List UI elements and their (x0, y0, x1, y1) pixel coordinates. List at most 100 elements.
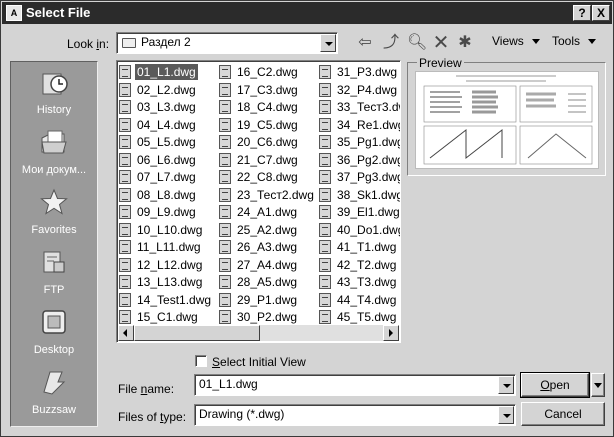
open-button[interactable]: Open (520, 372, 590, 398)
dwg-file-icon (319, 187, 331, 202)
file-name: 39_El1.dwg (337, 205, 400, 219)
file-name: 36_Pg2.dwg (337, 152, 401, 167)
create-folder-icon[interactable]: ✱ (455, 33, 475, 53)
dwg-file-icon (319, 117, 331, 132)
cancel-button[interactable]: Cancel (521, 402, 605, 426)
dwg-file-icon (219, 187, 231, 202)
search-web-icon[interactable]: 🔍︎ (407, 33, 427, 53)
file-name: 28_A5.dwg (237, 275, 298, 289)
history-icon (42, 73, 68, 95)
file-name: 25_A2.dwg (237, 222, 298, 237)
select-file-dialog: A Select File ? X Look in: Раздел 2 ⇦ ⤴ … (0, 0, 614, 437)
file-name: 31_P3.dwg (337, 65, 398, 79)
file-name: 40_Do1.dwg (337, 222, 401, 237)
file-name: 32_P4.dwg (337, 82, 398, 97)
place-label: Favorites (31, 224, 77, 236)
dwg-file-icon (219, 292, 231, 307)
file-name: 16_C2.dwg (237, 65, 298, 79)
back-icon[interactable]: ⇦ (355, 33, 375, 53)
file-name: 42_T2.dwg (337, 257, 397, 272)
place-label: FTP (43, 284, 65, 296)
place-favorites[interactable]: Favorites (11, 184, 97, 242)
file-name: 15_C1.dwg (137, 310, 198, 324)
preview-panel (407, 62, 606, 176)
lookin-label: Look in: (67, 37, 110, 51)
views-menu-button[interactable]: Views (492, 34, 540, 48)
file-name: 20_C6.dwg (237, 135, 298, 149)
file-name: 18_C4.dwg (237, 100, 298, 114)
place-label: Desktop (33, 344, 75, 356)
dwg-file-icon (119, 222, 131, 237)
dwg-file-icon (119, 187, 131, 202)
select-initial-view-label: Select Initial View (212, 355, 306, 369)
dwg-file-icon (119, 275, 131, 289)
dwg-file-icon (319, 222, 331, 237)
dwg-file-icon (219, 135, 231, 149)
dwg-file-icon (219, 65, 231, 79)
file-name: 17_C3.dwg (237, 82, 298, 97)
file-name: 27_A4.dwg (237, 257, 298, 272)
chevron-down-icon[interactable] (498, 376, 514, 394)
dwg-file-icon (119, 257, 131, 272)
scroll-left-icon[interactable] (118, 325, 134, 341)
file-name: 33_Тест3.dw (337, 100, 401, 114)
tools-menu-button[interactable]: Tools (552, 34, 597, 48)
place-ftp[interactable]: FTP (11, 244, 97, 302)
dwg-file-icon (219, 100, 231, 114)
file-name: 05_L5.dwg (137, 135, 196, 149)
dwg-file-icon (219, 222, 231, 237)
up-folder-icon[interactable]: ⤴ (381, 33, 401, 53)
place-label: Buzzsaw (31, 404, 77, 416)
lookin-dropdown[interactable]: Раздел 2 (116, 32, 338, 54)
file-name: 44_T4.dwg (337, 292, 397, 307)
desktop-icon (42, 310, 66, 334)
autocad-app-icon: A (6, 5, 22, 21)
dwg-file-icon (319, 135, 331, 149)
file-name: 13_L13.dwg (137, 275, 203, 289)
filetype-dropdown[interactable]: Drawing (*.dwg) (194, 404, 516, 426)
dialog-title: Select File (26, 5, 91, 20)
file-name: 19_C5.dwg (237, 117, 298, 132)
dwg-file-icon (219, 117, 231, 132)
help-button[interactable]: ? (573, 5, 591, 21)
dwg-file-icon (119, 240, 131, 254)
file-name: 38_Sk1.dwg (337, 187, 401, 202)
file-name: 06_L6.dwg (137, 152, 196, 167)
dwg-file-icon (319, 152, 331, 167)
title-bar: A Select File ? X (2, 2, 612, 24)
place-history[interactable]: History (11, 64, 97, 122)
chevron-down-icon[interactable] (498, 406, 514, 424)
file-name: 02_L2.dwg (137, 82, 196, 97)
dwg-file-icon (119, 310, 131, 324)
file-name: 14_Test1.dwg (137, 292, 212, 307)
dwg-file-icon (319, 100, 331, 114)
place-buzzsaw[interactable]: Buzzsaw (11, 364, 97, 422)
filetype-value: Drawing (*.dwg) (199, 407, 285, 421)
views-label: Views (492, 34, 524, 48)
file-name: 37_Pg3.dwg (337, 170, 401, 184)
horizontal-scrollbar[interactable] (118, 325, 399, 341)
delete-icon[interactable]: ✕ (431, 33, 451, 53)
file-name: 12_L12.dwg (137, 257, 203, 272)
file-name: 01_L1.dwg (135, 64, 198, 80)
close-button[interactable]: X (592, 5, 610, 21)
select-initial-view-checkbox[interactable] (195, 355, 207, 367)
place-my-documents[interactable]: Мои докум... (11, 124, 97, 182)
file-name: 03_L3.dwg (137, 100, 196, 114)
file-list[interactable]: 01_L1.dwg 02_L2.dwg 03_L3.dwg 04_L4.dwg 05_L… (116, 60, 401, 343)
places-bar: History Мои докум... Favorites FTP Deskt… (10, 61, 98, 427)
open-options-button[interactable] (591, 373, 605, 397)
scrollbar-thumb[interactable] (134, 325, 260, 341)
file-name: 26_A3.dwg (237, 240, 298, 254)
ftp-icon (43, 251, 65, 273)
dwg-file-icon (319, 65, 331, 79)
place-desktop[interactable]: Desktop (11, 304, 97, 362)
filename-input[interactable]: 01_L1.dwg (194, 374, 516, 396)
dwg-file-icon (219, 152, 231, 167)
dwg-file-icon (219, 205, 231, 219)
file-name: 35_Pg1.dwg (337, 135, 401, 149)
dwg-file-icon (119, 205, 131, 219)
dwg-file-icon (219, 240, 231, 254)
chevron-down-icon[interactable] (320, 34, 336, 52)
scroll-right-icon[interactable] (383, 325, 399, 341)
